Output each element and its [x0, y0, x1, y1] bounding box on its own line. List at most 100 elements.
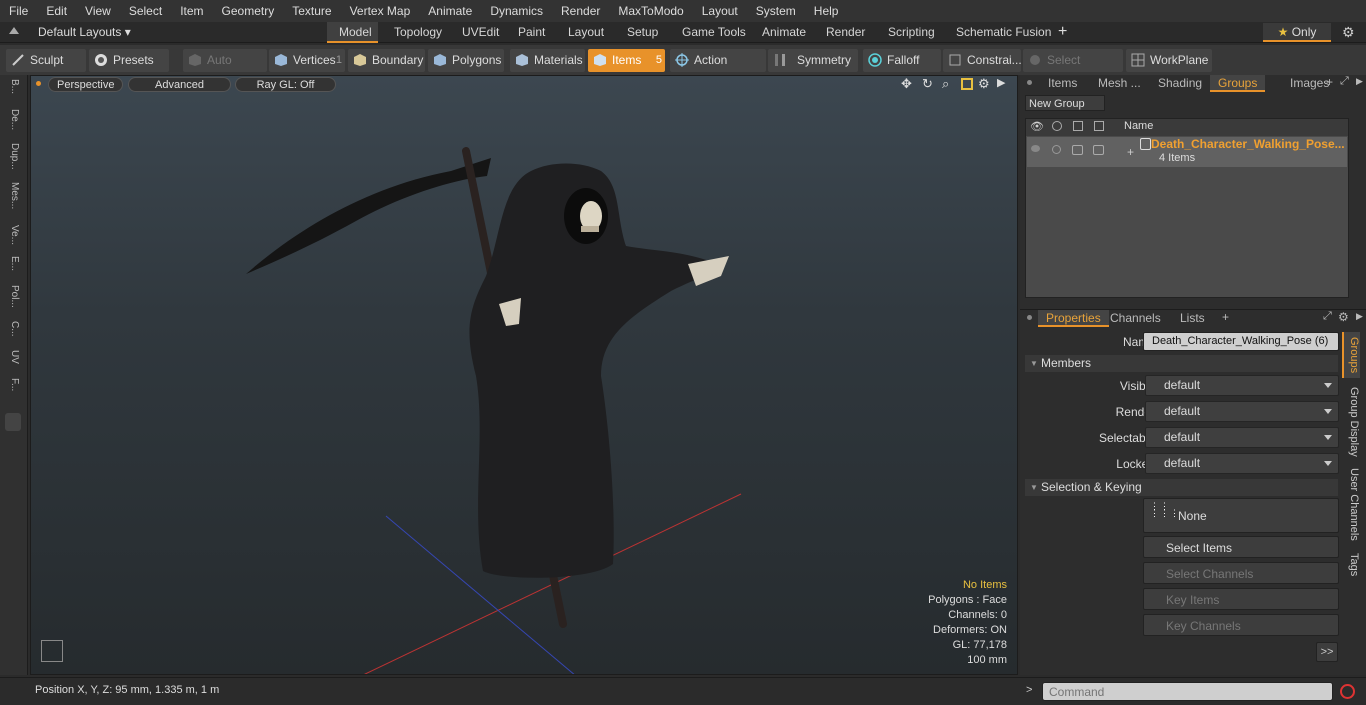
props-menu-icon[interactable] [1027, 315, 1032, 320]
menu-edit[interactable]: Edit [37, 4, 76, 18]
constraints-button[interactable]: Constrai... [943, 49, 1022, 72]
tab-schematic-fusion[interactable]: Schematic Fusion [944, 22, 1063, 43]
selectable-dropdown[interactable]: default [1145, 427, 1339, 448]
row-lock-checkbox[interactable] [1093, 145, 1104, 155]
side-tab-group-display[interactable]: Group Display [1342, 384, 1360, 460]
tab-layout[interactable]: Layout [556, 22, 616, 43]
tab-topology[interactable]: Topology [382, 22, 454, 43]
locked-dropdown[interactable]: default [1145, 453, 1339, 474]
menu-item[interactable]: Item [171, 4, 212, 18]
add-tab-icon[interactable]: + [1058, 23, 1067, 41]
tab-items[interactable]: Items [1040, 75, 1085, 92]
action-center-button[interactable]: Action Center [670, 49, 766, 90]
left-tab-edge[interactable]: E... [6, 256, 20, 271]
left-tab-polygon[interactable]: Pol... [6, 285, 20, 308]
key-channels-button[interactable]: Key Channels [1143, 614, 1339, 636]
menu-vertex-map[interactable]: Vertex Map [341, 4, 420, 18]
props-maximize-icon[interactable]: ⤢ [1323, 310, 1332, 323]
row-render-icon[interactable] [1052, 145, 1061, 154]
falloff-button[interactable]: Falloff [863, 49, 941, 72]
menu-animate[interactable]: Animate [419, 4, 481, 18]
render-dropdown[interactable]: default [1145, 401, 1339, 422]
expand-group-icon[interactable]: + [1127, 145, 1134, 159]
expand-icon[interactable] [9, 27, 19, 34]
tab-paint[interactable]: Paint [506, 22, 557, 43]
auto-select-button[interactable]: Auto Select [183, 49, 267, 90]
workplane-button[interactable]: WorkPlane [1126, 49, 1212, 72]
add-panel-tab-icon[interactable]: + [1326, 75, 1333, 89]
row-eye-icon[interactable] [1031, 145, 1040, 152]
tab-uvedit[interactable]: UVEdit [450, 22, 511, 43]
only-button[interactable]: ★ Only [1263, 23, 1331, 42]
tab-lists[interactable]: Lists [1172, 310, 1213, 327]
menu-render[interactable]: Render [552, 4, 609, 18]
menu-help[interactable]: Help [805, 4, 848, 18]
left-toggle-button[interactable] [5, 413, 21, 431]
side-tab-groups[interactable]: Groups [1342, 332, 1360, 378]
group-name[interactable]: Death_Character_Walking_Pose... [1151, 137, 1345, 151]
menu-select[interactable]: Select [120, 4, 171, 18]
select-through-button[interactable]: Select Through [1023, 49, 1123, 90]
presets-button[interactable]: Presets [89, 49, 169, 72]
render-icon[interactable] [1052, 121, 1062, 131]
tab-groups[interactable]: Groups [1210, 75, 1266, 92]
select-items-button[interactable]: Select Items [1143, 536, 1339, 558]
side-tab-tags[interactable]: Tags [1342, 548, 1360, 582]
tab-game-tools[interactable]: Game Tools [670, 22, 758, 43]
menu-system[interactable]: System [747, 4, 805, 18]
left-tab-duplicate[interactable]: Dup... [6, 143, 20, 170]
add-props-tab-icon[interactable]: + [1222, 310, 1229, 324]
left-tab-fusion[interactable]: F... [6, 378, 20, 391]
vertices-button[interactable]: Vertices 1 [269, 49, 345, 72]
tab-shading[interactable]: Shading [1150, 75, 1210, 92]
more-button[interactable]: >> [1316, 642, 1338, 662]
name-field[interactable]: Death_Character_Walking_Pose (6) [1143, 332, 1339, 351]
left-tab-curve[interactable]: C... [6, 321, 20, 337]
lock-cube-icon[interactable] [1094, 121, 1104, 131]
tab-setup[interactable]: Setup [615, 22, 670, 43]
select-channels-button[interactable]: Select Channels [1143, 562, 1339, 584]
record-icon[interactable] [1340, 684, 1355, 699]
select-cube-icon[interactable] [1073, 121, 1083, 131]
visibility-eye-icon[interactable]: 👁 [1030, 120, 1044, 133]
props-arrow-icon[interactable]: ▶ [1356, 311, 1363, 322]
maximize-icon[interactable]: ⤢ [1340, 75, 1349, 88]
materials-button[interactable]: Materials [510, 49, 585, 72]
key-items-button[interactable]: Key Items [1143, 588, 1339, 610]
left-tab-mesh[interactable]: Mes... [6, 182, 20, 209]
menu-view[interactable]: View [76, 4, 120, 18]
visible-dropdown[interactable]: default [1145, 375, 1339, 396]
menu-maxtomodo[interactable]: MaxToModo [609, 4, 692, 18]
menu-layout[interactable]: Layout [693, 4, 747, 18]
tab-mesh[interactable]: Mesh ... [1090, 75, 1149, 92]
items-button[interactable]: Items 5 [588, 49, 665, 72]
selection-keying-section[interactable]: ▼ Selection & Keying [1025, 479, 1338, 496]
left-tab-vertex[interactable]: Ve... [6, 225, 20, 245]
layouts-dropdown[interactable]: Default Layouts ▾ [38, 25, 131, 39]
new-group-button[interactable]: New Group [1025, 95, 1105, 111]
tab-model[interactable]: Model [327, 22, 378, 43]
gear-icon[interactable]: ⚙ [1342, 24, 1355, 41]
left-tab-deform[interactable]: De... [6, 109, 20, 130]
tab-animate[interactable]: Animate [750, 22, 818, 43]
menu-geometry[interactable]: Geometry [213, 4, 284, 18]
props-gear-icon[interactable]: ⚙ [1338, 310, 1349, 324]
panel-arrow-icon[interactable]: ▶ [1356, 76, 1363, 87]
tab-channels[interactable]: Channels [1102, 310, 1169, 327]
boundary-button[interactable]: Boundary [348, 49, 425, 72]
sculpt-button[interactable]: Sculpt [6, 49, 86, 72]
menu-file[interactable]: File [0, 4, 37, 18]
left-tab-uv[interactable]: UV [6, 350, 20, 364]
left-tab-b[interactable]: B... [6, 79, 20, 94]
tab-scripting[interactable]: Scripting [876, 22, 947, 43]
polygons-button[interactable]: Polygons [428, 49, 504, 72]
side-tab-user-channels[interactable]: User Channels [1342, 466, 1360, 542]
members-section[interactable]: ▼ Members [1025, 355, 1338, 372]
group-row[interactable]: + Death_Character_Walking_Pose... 4 Item… [1027, 137, 1347, 167]
menu-dynamics[interactable]: Dynamics [481, 4, 552, 18]
tab-render[interactable]: Render [814, 22, 877, 43]
command-input[interactable] [1042, 682, 1333, 701]
none-button[interactable]: ⋮⋮ ⋮⋮⋮ None [1143, 498, 1339, 533]
menu-texture[interactable]: Texture [283, 4, 340, 18]
tab-properties[interactable]: Properties [1038, 310, 1109, 327]
